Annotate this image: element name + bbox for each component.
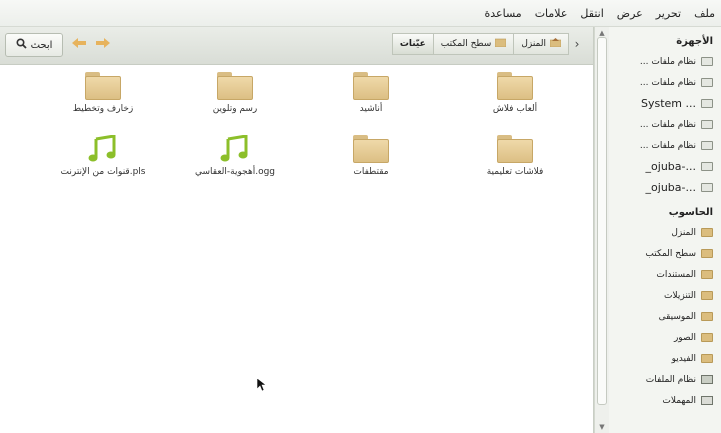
sidebar-item-device[interactable]: _ojuba-... [609, 177, 713, 198]
sidebar-header-computer: الحاسوب [668, 207, 713, 218]
folder-icon [701, 270, 713, 279]
sidebar-item-pictures[interactable]: الصور [609, 327, 713, 348]
sidebar-item-device[interactable]: System ... [609, 93, 713, 114]
folder-item[interactable]: ألعاب فلاش [450, 72, 580, 114]
file-label: ألعاب فلاش [492, 104, 538, 114]
scrollbar-thumb[interactable] [597, 37, 607, 405]
folder-icon [353, 135, 389, 163]
file-label: فلاشات تعليمية [486, 167, 544, 177]
sidebar-item-device[interactable]: نظام ملفات ... [609, 72, 713, 93]
folder-icon [85, 72, 121, 100]
scroll-down-icon[interactable]: ▼ [597, 423, 607, 431]
menu-help[interactable]: مساعدة [485, 7, 522, 20]
sidebar-item-device[interactable]: نظام ملفات ... [609, 114, 713, 135]
sidebar-item-downloads[interactable]: التنزيلات [609, 285, 713, 306]
mouse-pointer-icon [256, 377, 267, 395]
menu-go[interactable]: انتقل [580, 7, 603, 20]
search-icon [16, 38, 27, 52]
drive-icon [701, 57, 713, 66]
search-button[interactable]: ابحث [5, 33, 63, 57]
folder-icon [353, 72, 389, 100]
drive-icon [701, 183, 713, 192]
breadcrumb: ‹ المنزل سطح المكتب عيّنات [391, 33, 585, 55]
sidebar-item-device[interactable]: نظام ملفات ... [609, 135, 713, 156]
audio-file-item[interactable]: قنوات من الإنترنت.pls [38, 134, 168, 177]
folder-item[interactable]: رسم وتلوين [170, 72, 300, 114]
sidebar-item-desktop[interactable]: سطح المكتب [609, 243, 713, 264]
drive-icon [701, 99, 713, 108]
sidebar-item-documents[interactable]: المستندات [609, 264, 713, 285]
folder-icon [217, 72, 253, 100]
toolbar: ابحث ‹ المنزل سطح المكتب عيّنات [0, 27, 593, 65]
breadcrumb-samples[interactable]: عيّنات [391, 33, 434, 55]
folder-item[interactable]: زخارف وتخطيط [38, 72, 168, 114]
music-note-icon [85, 134, 121, 163]
menu-edit[interactable]: تحرير [656, 7, 681, 20]
sidebar: الأجهزة نظام ملفات ... نظام ملفات ... Sy… [609, 27, 721, 433]
forward-button[interactable] [94, 37, 112, 51]
menu-view[interactable]: عرض [617, 7, 643, 20]
sidebar-item-music[interactable]: الموسيقى [609, 306, 713, 327]
file-label: زخارف وتخطيط [72, 104, 134, 114]
menu-bookmarks[interactable]: علامات [535, 7, 568, 20]
folder-icon [701, 354, 713, 363]
sidebar-item-home[interactable]: المنزل [609, 222, 713, 243]
scroll-up-icon[interactable]: ▲ [597, 29, 607, 37]
file-label: مقتطفات [353, 167, 389, 177]
folder-icon [701, 333, 713, 342]
arrow-left-icon [72, 37, 86, 51]
drive-icon [701, 120, 713, 129]
folder-item[interactable]: فلاشات تعليمية [450, 135, 580, 177]
audio-file-item[interactable]: أهجوية-العقاسي.ogg [170, 134, 300, 177]
sidebar-item-trash[interactable]: المهملات [609, 390, 713, 411]
trash-icon [701, 396, 713, 405]
sidebar-scrollbar[interactable]: ▲ ▼ [594, 27, 609, 433]
breadcrumb-home[interactable]: المنزل [513, 33, 569, 55]
file-label: رسم وتلوين [212, 104, 258, 114]
home-folder-icon [701, 228, 713, 237]
folder-icon [495, 38, 507, 50]
drive-icon [701, 78, 713, 87]
drive-icon [701, 162, 713, 171]
arrow-right-icon [96, 37, 110, 51]
file-label: أهجوية-العقاسي.ogg [194, 167, 275, 177]
file-label: قنوات من الإنترنت.pls [60, 167, 146, 177]
drive-icon [701, 141, 713, 150]
chevron-left-icon: ‹ [574, 37, 580, 51]
sidebar-item-device[interactable]: نظام ملفات ... [609, 51, 713, 72]
sidebar-item-device[interactable]: _ojuba-... [609, 156, 713, 177]
menu-bar: ملف تحرير عرض انتقل علامات مساعدة [0, 0, 721, 27]
sidebar-item-videos[interactable]: الفيديو [609, 348, 713, 369]
filesystem-icon [701, 375, 713, 384]
search-label: ابحث [30, 39, 53, 51]
breadcrumb-scroll-button[interactable]: ‹ [569, 33, 585, 55]
folder-item[interactable]: مقتطفات [306, 135, 436, 177]
back-button[interactable] [70, 37, 88, 51]
file-label: أناشيد [359, 104, 383, 114]
file-view[interactable]: ألعاب فلاش أناشيد رسم وتلوين زخارف وتخطي… [0, 65, 593, 433]
menu-file[interactable]: ملف [694, 7, 715, 20]
folder-icon [701, 249, 713, 258]
breadcrumb-desktop[interactable]: سطح المكتب [432, 33, 515, 55]
folder-icon [497, 72, 533, 100]
sidebar-item-filesystem[interactable]: نظام الملفات [609, 369, 713, 390]
sidebar-header-devices: الأجهزة [676, 36, 713, 47]
folder-icon [701, 312, 713, 321]
folder-icon [701, 291, 713, 300]
folder-icon [497, 135, 533, 163]
music-note-icon [217, 134, 253, 163]
home-folder-icon [549, 38, 562, 50]
folder-item[interactable]: أناشيد [306, 72, 436, 114]
